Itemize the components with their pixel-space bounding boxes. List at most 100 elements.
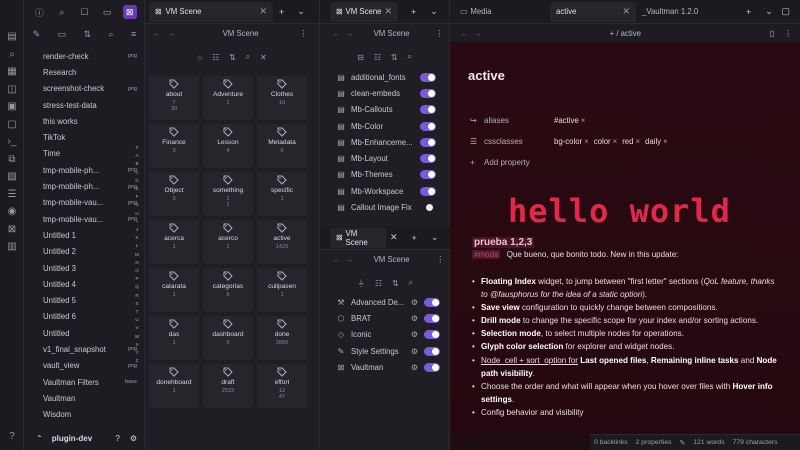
- tab-media[interactable]: ▭ Media: [454, 2, 550, 22]
- help-icon[interactable]: ?: [0, 428, 24, 446]
- canvas-icon[interactable]: ◫: [0, 81, 24, 99]
- tag-card[interactable]: das 1: [149, 316, 199, 360]
- plugin-item[interactable]: ⚒ Advanced De... ⚙: [320, 294, 450, 310]
- terminal-icon[interactable]: ›_: [0, 133, 24, 151]
- file-item[interactable]: Research: [24, 64, 145, 80]
- snippet-item[interactable]: ▤ Callout Image Fix: [320, 199, 450, 215]
- gear-icon[interactable]: ⚙: [130, 434, 137, 443]
- alpha-index-letter[interactable]: Y: [135, 349, 138, 357]
- remove-icon[interactable]: ×: [584, 137, 589, 146]
- alpha-index-letter[interactable]: U: [135, 316, 138, 324]
- file-item[interactable]: tmp-mobile-ph... png: [24, 178, 145, 194]
- tag-card[interactable]: active 1429: [257, 220, 307, 264]
- templates-icon[interactable]: ▢: [0, 116, 24, 134]
- plugin-item[interactable]: ✎ Style Settings ⚙: [320, 343, 450, 359]
- forward-icon[interactable]: →: [168, 29, 176, 38]
- help-icon[interactable]: ?: [115, 434, 119, 443]
- file-item[interactable]: render-check png: [24, 48, 145, 64]
- file-item[interactable]: tmp-mobile-vau... png: [24, 211, 145, 227]
- list-icon[interactable]: ☰: [0, 186, 24, 204]
- sort-icon[interactable]: ⇅: [229, 53, 236, 62]
- file-item[interactable]: Untitled 5: [24, 292, 145, 308]
- new-tab-icon[interactable]: +: [412, 233, 417, 243]
- reading-view-icon[interactable]: ▯: [770, 29, 774, 38]
- gear-icon[interactable]: ⚙: [411, 330, 418, 339]
- tab-vaultman[interactable]: _Vaultman 1.2.0: [636, 2, 746, 22]
- alpha-index-letter[interactable]: I: [136, 218, 137, 226]
- snippet-toggle[interactable]: [420, 203, 436, 212]
- snippet-item[interactable]: ▤ Mb-Layout: [320, 150, 450, 166]
- property-cssclasses[interactable]: ☰ cssclasses bg-color × color × red × daily ×: [470, 133, 673, 149]
- file-item[interactable]: Untitled 6: [24, 309, 145, 325]
- sort-icon[interactable]: ⇅: [391, 53, 398, 62]
- snippet-toggle[interactable]: [420, 170, 436, 180]
- snippet-toggle[interactable]: [420, 137, 436, 147]
- forward-icon[interactable]: →: [474, 29, 482, 38]
- plugin-toggle[interactable]: [424, 330, 440, 340]
- tag-card[interactable]: Finance 3: [149, 124, 199, 168]
- alpha-index-letter[interactable]: K: [135, 234, 138, 242]
- tag-card[interactable]: categorias 6: [203, 268, 253, 312]
- snippet-item[interactable]: ▤ Mb-Enhanceme...: [320, 134, 450, 150]
- folder-icon[interactable]: ▭: [100, 5, 114, 19]
- plugin-item[interactable]: ⬡ BRAT ⚙: [320, 310, 450, 326]
- file-item[interactable]: Untitled 2: [24, 244, 145, 260]
- tab-vm-scene-lower[interactable]: ⊠ VM Scene: [330, 227, 386, 248]
- forward-icon[interactable]: →: [346, 255, 354, 264]
- search-icon[interactable]: ⌕: [55, 5, 69, 19]
- back-icon[interactable]: ←: [332, 255, 340, 264]
- snippet-toggle[interactable]: [420, 154, 436, 164]
- search-icon[interactable]: ⌕: [407, 52, 411, 62]
- close-icon[interactable]: ✕: [259, 6, 267, 17]
- remove-icon[interactable]: ×: [635, 137, 640, 146]
- sort-icon[interactable]: ⇅: [84, 29, 92, 40]
- file-item[interactable]: v1_final_snapshot png: [24, 341, 145, 357]
- alpha-index-letter[interactable]: X: [135, 341, 138, 349]
- remove-icon[interactable]: ×: [663, 137, 668, 146]
- tab-active[interactable]: active ✕: [550, 1, 636, 22]
- properties-count[interactable]: 2 properties: [636, 439, 672, 446]
- chevron-down-icon[interactable]: ⌄: [430, 6, 438, 17]
- tag-card[interactable]: culipasen 1: [257, 268, 307, 312]
- alpha-index-letter[interactable]: V: [135, 324, 138, 332]
- search-icon[interactable]: ⌕: [246, 52, 250, 62]
- back-icon[interactable]: ←: [460, 29, 468, 38]
- sort-icon[interactable]: ⇅: [392, 279, 399, 288]
- file-item[interactable]: Untitled 4: [24, 276, 145, 292]
- snippet-toggle[interactable]: [420, 72, 436, 82]
- gear-icon[interactable]: ⚙: [411, 363, 418, 372]
- tag-card[interactable]: donehboard 1: [149, 364, 199, 408]
- alpha-index-letter[interactable]: O: [135, 267, 139, 275]
- close-icon[interactable]: ✕: [390, 232, 398, 243]
- back-icon[interactable]: ←: [153, 29, 161, 38]
- calendar-icon[interactable]: ▣: [0, 98, 24, 116]
- tag-card[interactable]: Adventure 1: [203, 76, 253, 120]
- snippet-toggle[interactable]: [420, 121, 436, 131]
- list-icon[interactable]: ☷: [375, 279, 382, 288]
- remove-icon[interactable]: ×: [613, 137, 618, 146]
- alpha-index-letter[interactable]: W: [135, 333, 139, 341]
- bookmark-icon[interactable]: ☐: [77, 5, 91, 19]
- vault-switcher[interactable]: ⌃ plugin-dev ? ⚙: [24, 427, 145, 450]
- alpha-index-letter[interactable]: D: [135, 177, 138, 185]
- remove-icon[interactable]: ×: [581, 116, 586, 125]
- more-icon[interactable]: ⋮: [784, 29, 792, 38]
- more-icon[interactable]: ⋮: [299, 29, 307, 38]
- new-tab-icon[interactable]: +: [411, 7, 416, 17]
- info-icon[interactable]: ⓘ: [32, 5, 46, 19]
- vaultman-icon[interactable]: ⊠: [122, 5, 137, 19]
- file-item[interactable]: stress-test-data: [24, 97, 145, 113]
- snippet-toggle[interactable]: [420, 88, 436, 98]
- gear-icon[interactable]: ⚙: [411, 347, 418, 356]
- tab-vm-scene[interactable]: ⊠ VM Scene ✕: [330, 1, 398, 22]
- plugin-toggle[interactable]: [424, 362, 440, 372]
- chevron-down-icon[interactable]: ⌄: [765, 6, 773, 17]
- chevron-down-icon[interactable]: ⌄: [431, 232, 439, 243]
- tag-card[interactable]: acerca 1: [149, 220, 199, 264]
- plugin-toggle[interactable]: [424, 297, 440, 307]
- search-icon[interactable]: ⌕: [408, 278, 412, 288]
- add-property-button[interactable]: + Add property: [470, 154, 530, 170]
- file-item[interactable]: TikTok: [24, 129, 145, 145]
- plugin-toggle[interactable]: [424, 313, 440, 323]
- new-tab-icon[interactable]: +: [279, 7, 284, 17]
